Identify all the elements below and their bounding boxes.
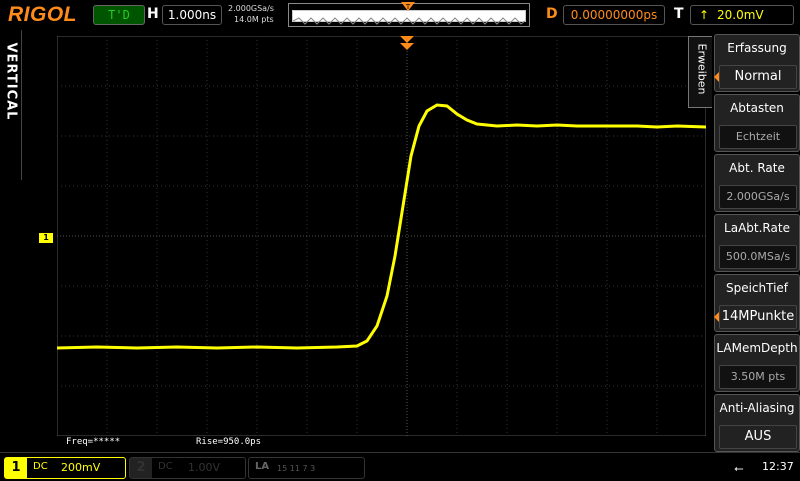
bottom-channel-bar: 1 DC 200mV 2 DC 1.00V LA 15 11 7 3 ⭠ 12:… bbox=[0, 452, 800, 481]
menu-item-title: Abtasten bbox=[730, 101, 784, 115]
system-clock: 12:37 bbox=[762, 460, 794, 473]
sample-rate-readout: 2.000GSa/s bbox=[228, 4, 274, 13]
channel2-number: 2 bbox=[130, 458, 152, 478]
menu-item-value: 14MPunkte bbox=[719, 305, 797, 329]
vertical-tab-label: VERTICAL bbox=[3, 42, 19, 121]
memory-overview-bar: T bbox=[288, 2, 530, 27]
delay-label: D bbox=[546, 6, 558, 22]
rising-edge-icon: ↑ bbox=[698, 8, 710, 22]
channel1-number: 1 bbox=[5, 458, 27, 478]
channel1-scale: 200mV bbox=[61, 461, 101, 474]
memory-points-readout: 14.0M pts bbox=[234, 15, 274, 24]
svg-text:T: T bbox=[405, 3, 411, 11]
menu-item-speichtief[interactable]: SpeichTief 14MPunkte bbox=[714, 274, 800, 332]
menu-item-erfassung[interactable]: Erfassung Normal bbox=[714, 34, 800, 92]
menu-item-title: LaAbt.Rate bbox=[724, 221, 790, 235]
channel2-scale: 1.00V bbox=[188, 461, 221, 474]
channel1-control[interactable]: 1 DC 200mV bbox=[4, 457, 126, 479]
menu-item-title: Anti-Aliasing bbox=[719, 401, 795, 415]
waveform-grid bbox=[57, 36, 706, 436]
horizontal-label: H bbox=[147, 6, 159, 22]
menu-arrow-icon bbox=[714, 72, 719, 82]
menu-item-value: AUS bbox=[719, 425, 797, 449]
usb-icon: ⭠ bbox=[734, 461, 744, 475]
ch1-offset-marker[interactable]: 1 bbox=[39, 233, 53, 243]
channel1-coupling: DC bbox=[33, 461, 48, 472]
menu-item-title: Abt. Rate bbox=[729, 161, 785, 175]
menu-item-value: Echtzeit bbox=[719, 125, 797, 149]
trigger-label: T bbox=[674, 6, 684, 22]
measurement-rise-time: Rise=950.0ps bbox=[196, 437, 262, 447]
menu-item-anti-aliasing[interactable]: Anti-Aliasing AUS bbox=[714, 394, 800, 452]
expand-tab[interactable]: Erweiben bbox=[688, 36, 713, 108]
measurement-frequency: Freq=***** bbox=[66, 437, 121, 447]
menu-item-title: LAMemDepth bbox=[716, 341, 798, 355]
softkey-menu: Erfassung Normal Abtasten Echtzeit Abt. … bbox=[712, 30, 800, 452]
menu-item-value: Normal bbox=[719, 65, 797, 89]
brand-logo: RIGOL bbox=[8, 3, 77, 26]
run-state-indicator[interactable]: T'D bbox=[93, 5, 145, 25]
la-label: LA bbox=[255, 461, 270, 472]
logic-analyzer-control[interactable]: LA 15 11 7 3 bbox=[248, 457, 365, 479]
menu-item-abt-rate[interactable]: Abt. Rate 2.000GSa/s bbox=[714, 154, 800, 212]
channel2-control[interactable]: 2 DC 1.00V bbox=[129, 457, 246, 479]
menu-item-value: 2.000GSa/s bbox=[719, 185, 797, 209]
delay-value[interactable]: 0.00000000ps bbox=[563, 5, 665, 25]
channel2-coupling: DC bbox=[158, 461, 173, 472]
expand-tab-label: Erweiben bbox=[695, 43, 709, 95]
menu-item-value: 500.0MSa/s bbox=[719, 245, 797, 269]
trigger-position-icon: T bbox=[401, 2, 415, 11]
menu-item-abtasten[interactable]: Abtasten Echtzeit bbox=[714, 94, 800, 152]
trigger-level: 20.0mV bbox=[717, 8, 764, 22]
timebase-value[interactable]: 1.000ns bbox=[162, 5, 222, 25]
trigger-marker-icon bbox=[400, 36, 414, 43]
menu-item-la-abt-rate[interactable]: LaAbt.Rate 500.0MSa/s bbox=[714, 214, 800, 272]
vertical-tab[interactable]: VERTICAL bbox=[0, 30, 22, 180]
trigger-setting[interactable]: ↑ 20.0mV bbox=[690, 5, 794, 25]
ch1-waveform-trace bbox=[57, 103, 706, 350]
top-status-bar: RIGOL T'D H 1.000ns 2.000GSa/s 14.0M pts… bbox=[0, 0, 800, 30]
menu-item-value: 3.50M pts bbox=[719, 365, 797, 389]
overview-wave-icon bbox=[292, 17, 526, 25]
menu-item-la-mem-depth[interactable]: LAMemDepth 3.50M pts bbox=[714, 334, 800, 392]
menu-item-title: SpeichTief bbox=[725, 281, 789, 295]
la-channel-digits: 15 11 7 3 bbox=[277, 464, 316, 473]
menu-arrow-icon bbox=[714, 312, 719, 322]
menu-item-title: Erfassung bbox=[727, 41, 787, 55]
